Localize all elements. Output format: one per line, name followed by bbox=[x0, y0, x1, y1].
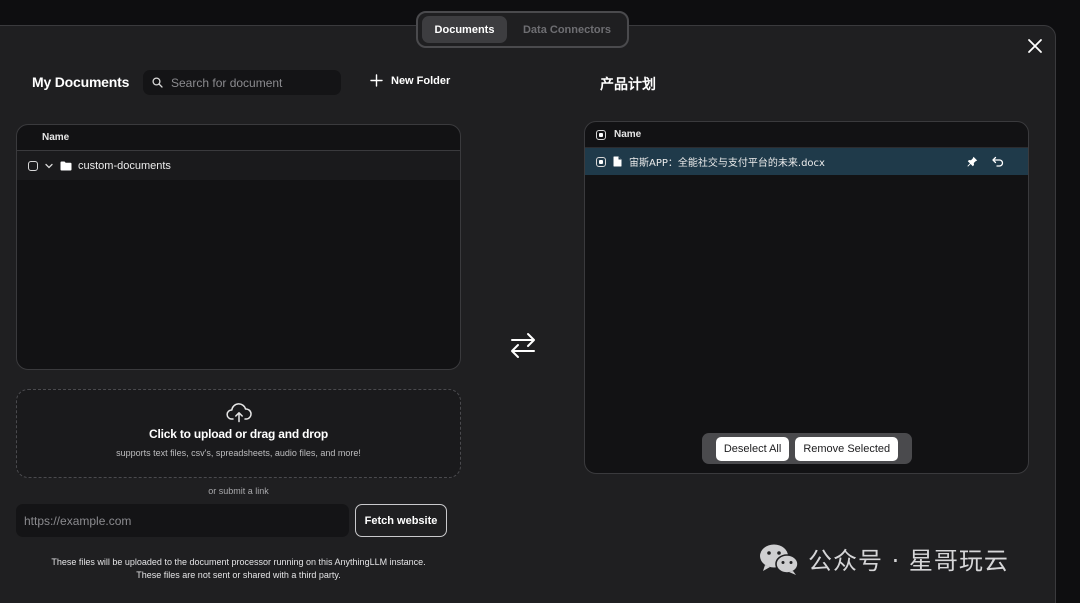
url-input[interactable] bbox=[16, 504, 349, 537]
my-documents-title: My Documents bbox=[32, 74, 130, 90]
my-documents-table: Name custom-documents bbox=[16, 124, 461, 370]
new-folder-button[interactable]: New Folder bbox=[370, 74, 450, 87]
pin-icon[interactable] bbox=[967, 156, 978, 167]
bulk-action-bar: Deselect All Remove Selected bbox=[702, 433, 912, 464]
close-icon[interactable] bbox=[1026, 37, 1044, 55]
table-header: Name bbox=[17, 125, 460, 151]
search-input[interactable] bbox=[171, 75, 331, 90]
name-column-header: Name bbox=[614, 129, 642, 140]
workspace-title: 产品计划 bbox=[600, 77, 656, 93]
upload-disclaimer: These files will be uploaded to the docu… bbox=[0, 556, 477, 582]
file-checkbox[interactable] bbox=[596, 156, 606, 167]
watermark-text: 公众号 · 星哥玩云 bbox=[808, 547, 1009, 575]
workspace-documents-table: Name 宙斯APP：全能社交与支付平台的未来.docx bbox=[584, 121, 1029, 474]
folder-icon bbox=[60, 161, 72, 170]
cloud-upload-icon bbox=[225, 403, 252, 423]
remove-selected-button[interactable]: Remove Selected bbox=[795, 436, 899, 461]
folder-checkbox[interactable] bbox=[28, 160, 38, 171]
new-folder-label: New Folder bbox=[391, 74, 451, 87]
fetch-website-button[interactable]: Fetch website bbox=[355, 504, 447, 537]
tab-data-connectors[interactable]: Data Connectors bbox=[511, 16, 623, 43]
file-name: 宙斯APP：全能社交与支付平台的未来.docx bbox=[629, 158, 825, 169]
workspace-file-row[interactable]: 宙斯APP：全能社交与支付平台的未来.docx bbox=[585, 148, 1028, 175]
search-box[interactable] bbox=[143, 70, 341, 95]
undo-icon[interactable] bbox=[992, 156, 1004, 167]
folder-name: custom-documents bbox=[78, 159, 171, 172]
swap-arrows-icon[interactable] bbox=[509, 331, 537, 359]
wechat-icon bbox=[760, 544, 799, 575]
table-header: Name bbox=[585, 122, 1028, 148]
deselect-all-button[interactable]: Deselect All bbox=[715, 436, 790, 461]
chevron-down-icon[interactable] bbox=[44, 161, 54, 171]
name-column-header: Name bbox=[42, 132, 70, 143]
upload-subtitle: supports text files, csv's, spreadsheets… bbox=[116, 448, 361, 458]
upload-dropzone[interactable]: Click to upload or drag and drop support… bbox=[16, 389, 461, 478]
plus-icon bbox=[370, 74, 383, 87]
disclaimer-line-1: These files will be uploaded to the docu… bbox=[51, 557, 426, 567]
upload-title: Click to upload or drag and drop bbox=[149, 427, 328, 441]
tab-documents[interactable]: Documents bbox=[422, 16, 507, 43]
tab-bar: Documents Data Connectors bbox=[416, 11, 629, 48]
watermark: 公众号 · 星哥玩云 bbox=[758, 541, 1009, 576]
select-all-checkbox[interactable] bbox=[596, 129, 606, 140]
or-submit-link-text: or submit a link bbox=[208, 486, 269, 496]
folder-row[interactable]: custom-documents bbox=[17, 151, 460, 180]
file-icon bbox=[613, 156, 622, 167]
disclaimer-line-2: These files are not sent or shared with … bbox=[136, 570, 341, 580]
search-icon bbox=[152, 77, 163, 88]
